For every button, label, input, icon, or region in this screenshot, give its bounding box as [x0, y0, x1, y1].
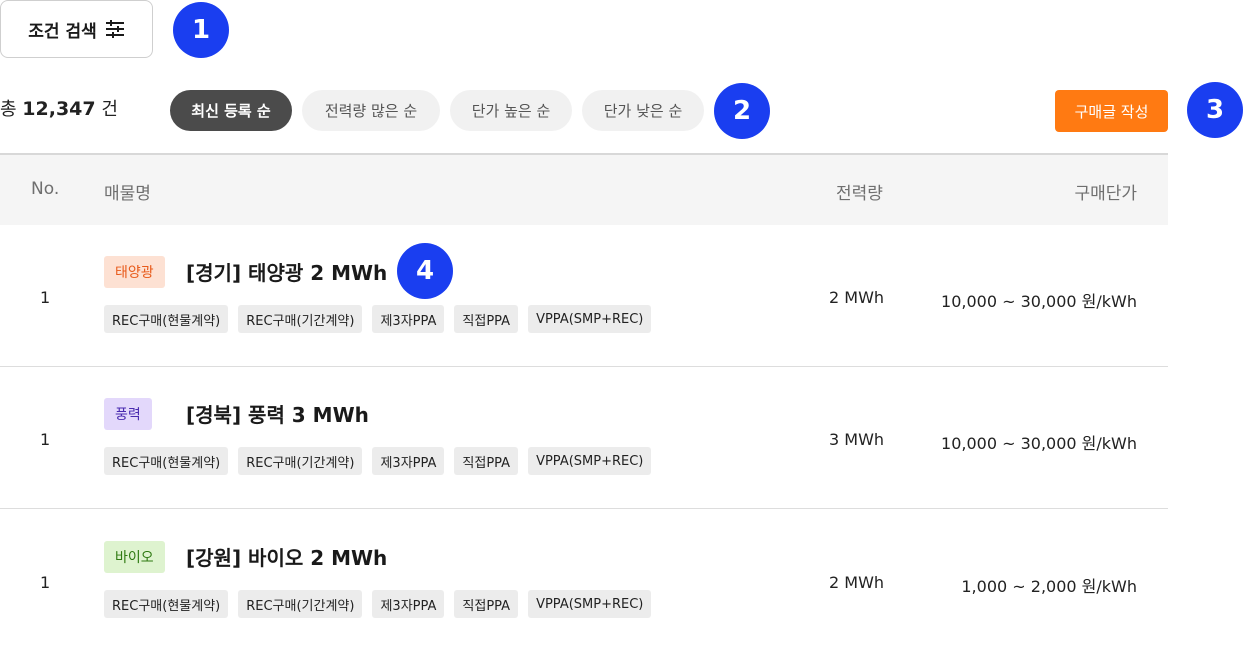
annotation-badge-2: 2	[714, 83, 770, 139]
unit-price: 1,000 ~ 2,000 원/kWh	[961, 577, 1137, 596]
contract-tag: REC구매(현물계약)	[104, 590, 229, 618]
total-suffix: 건	[101, 99, 118, 120]
contract-tag: VPPA(SMP+REC)	[528, 590, 652, 618]
header-no: No.	[31, 179, 60, 199]
category-badge: 바이오	[104, 541, 165, 573]
unit-price: 10,000 ~ 30,000 원/kWh	[941, 434, 1137, 453]
listing-title[interactable]: [강원] 바이오 2 MWh	[186, 542, 387, 571]
contract-tags: REC구매(현물계약) REC구매(기간계약) 제3자PPA 직접PPA VPP…	[104, 305, 652, 333]
condition-search-label: 조건 검색	[28, 21, 97, 42]
power-amount: 3 MWh	[829, 430, 885, 449]
category-badge: 태양광	[104, 256, 165, 288]
contract-tag: VPPA(SMP+REC)	[528, 305, 652, 333]
filter-icon	[105, 20, 124, 38]
row-number: 1	[40, 288, 51, 307]
contract-tag: REC구매(현물계약)	[104, 447, 229, 475]
contract-tags: REC구매(현물계약) REC구매(기간계약) 제3자PPA 직접PPA VPP…	[104, 590, 652, 618]
write-purchase-button[interactable]: 구매글 작성	[1055, 90, 1168, 132]
contract-tag: REC구매(기간계약)	[238, 590, 363, 618]
table-header: No. 매물명 전력량 구매단가	[0, 153, 1168, 225]
row-number: 1	[40, 430, 51, 449]
unit-price: 10,000 ~ 30,000 원/kWh	[941, 292, 1137, 311]
contract-tag: REC구매(현물계약)	[104, 305, 229, 333]
power-amount: 2 MWh	[829, 288, 885, 307]
contract-tag: 제3자PPA	[372, 590, 445, 618]
category-badge: 풍력	[104, 398, 152, 430]
total-prefix: 총	[0, 99, 17, 120]
sort-power-desc[interactable]: 전력량 많은 순	[302, 90, 440, 131]
table-row[interactable]: 1 태양광 [경기] 태양광 2 MWh REC구매(현물계약) REC구매(기…	[0, 225, 1168, 367]
annotation-badge-4: 4	[397, 243, 453, 299]
power-amount: 2 MWh	[829, 573, 885, 592]
sort-price-desc[interactable]: 단가 높은 순	[450, 90, 572, 131]
contract-tag: 제3자PPA	[372, 447, 445, 475]
sort-latest[interactable]: 최신 등록 순	[170, 90, 292, 131]
table-row[interactable]: 1 바이오 [강원] 바이오 2 MWh REC구매(현물계약) REC구매(기…	[0, 510, 1168, 648]
total-count: 총 12,347 건	[0, 95, 118, 121]
header-name: 매물명	[104, 184, 151, 204]
listing-title[interactable]: [경북] 풍력 3 MWh	[186, 399, 369, 428]
table-row[interactable]: 1 풍력 [경북] 풍력 3 MWh REC구매(현물계약) REC구매(기간계…	[0, 367, 1168, 509]
contract-tag: 직접PPA	[454, 305, 519, 333]
contract-tag: 직접PPA	[454, 447, 519, 475]
row-number: 1	[40, 573, 51, 592]
contract-tag: 직접PPA	[454, 590, 519, 618]
total-number: 12,347	[22, 98, 96, 120]
header-power: 전력량	[836, 184, 883, 204]
contract-tag: VPPA(SMP+REC)	[528, 447, 652, 475]
contract-tag: REC구매(기간계약)	[238, 447, 363, 475]
contract-tag: REC구매(기간계약)	[238, 305, 363, 333]
listing-title[interactable]: [경기] 태양광 2 MWh	[186, 257, 387, 286]
condition-search-button[interactable]: 조건 검색	[0, 0, 153, 58]
annotation-badge-1: 1	[173, 2, 229, 58]
contract-tag: 제3자PPA	[372, 305, 445, 333]
header-price: 구매단가	[1074, 184, 1137, 204]
annotation-badge-3: 3	[1187, 82, 1243, 138]
contract-tags: REC구매(현물계약) REC구매(기간계약) 제3자PPA 직접PPA VPP…	[104, 447, 652, 475]
sort-price-asc[interactable]: 단가 낮은 순	[582, 90, 704, 131]
